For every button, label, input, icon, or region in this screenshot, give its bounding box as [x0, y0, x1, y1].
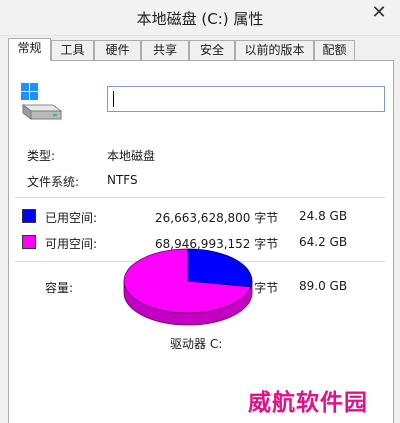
general-panel: 类型: 本地磁盘 文件系统: NTFS 已用空间: 26,663,628,800… [8, 60, 394, 423]
tab-strip: 常规 工具 硬件 共享 安全 以前的版本 配额 [8, 38, 394, 61]
title-bar: 本地磁盘 (C:) 属性 ✕ [0, 0, 400, 36]
used-space-label: 已用空间: [45, 211, 98, 225]
watermark-text: 威航软件园 [248, 390, 368, 416]
tab-hardware[interactable]: 硬件 [94, 40, 141, 60]
window-title: 本地磁盘 (C:) 属性 [136, 10, 264, 28]
used-space-bytes: 26,663,628,800 字节 [155, 211, 279, 225]
drive-caption: 驱动器 C: [170, 337, 223, 351]
hard-drive-icon [21, 83, 63, 120]
tab-security[interactable]: 安全 [189, 40, 235, 60]
free-space-size: 64.2 GB [299, 235, 348, 249]
used-space-size: 24.8 GB [299, 209, 348, 223]
close-icon: ✕ [371, 2, 387, 23]
tab-general[interactable]: 常规 [8, 38, 51, 61]
used-space-swatch [22, 209, 36, 223]
capacity-size: 89.0 GB [299, 279, 348, 293]
text-caret [113, 91, 114, 107]
tab-tools[interactable]: 工具 [51, 40, 94, 60]
close-button[interactable]: ✕ [362, 0, 396, 28]
file-system-label: 文件系统: [27, 175, 80, 189]
drive-name-input[interactable] [107, 86, 385, 112]
type-value: 本地磁盘 [107, 149, 156, 163]
tab-previous-versions[interactable]: 以前的版本 [235, 40, 314, 60]
free-space-swatch [22, 235, 36, 249]
capacity-label: 容量: [45, 281, 74, 295]
free-space-label: 可用空间: [45, 237, 98, 251]
pie-slice-used [187, 248, 253, 288]
tab-sharing[interactable]: 共享 [141, 40, 189, 60]
type-label: 类型: [27, 149, 56, 163]
disk-usage-pie [123, 248, 253, 326]
file-system-value: NTFS [107, 173, 138, 187]
tab-quota[interactable]: 配额 [314, 40, 355, 60]
divider [15, 197, 385, 198]
